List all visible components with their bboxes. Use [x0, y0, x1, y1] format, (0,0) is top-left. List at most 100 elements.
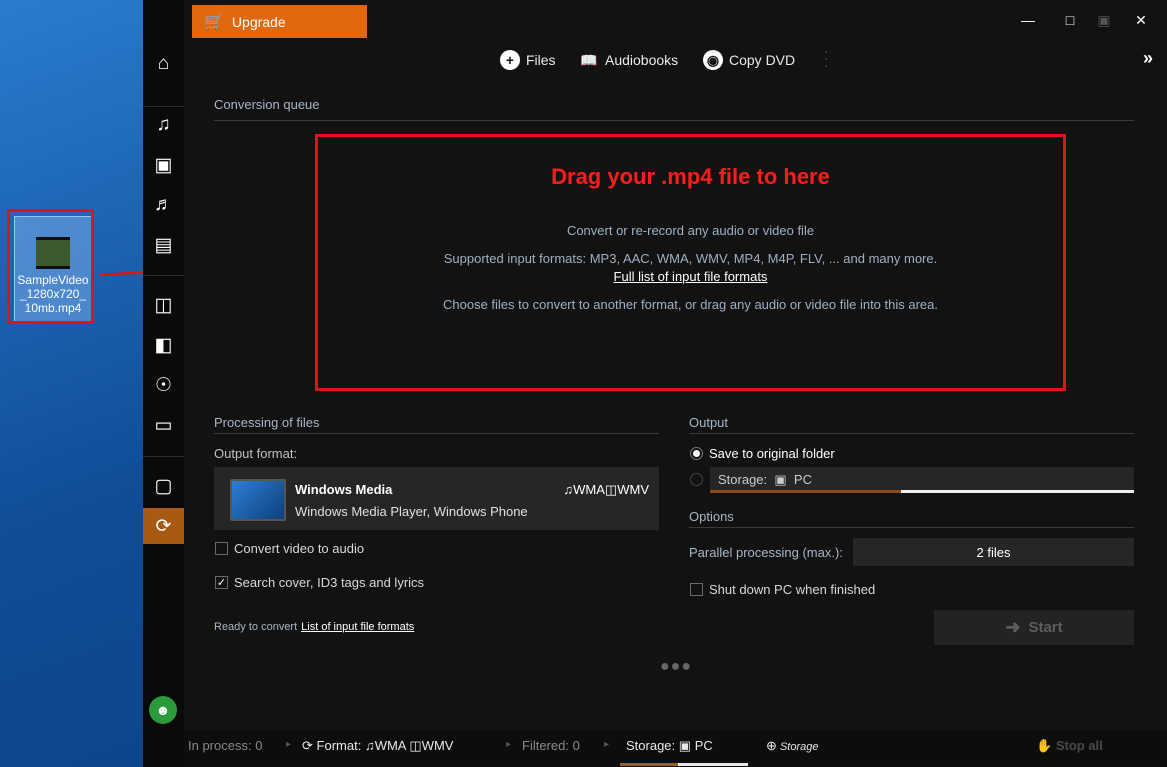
audiobooks-button[interactable]: 📖 Audiobooks — [579, 50, 678, 70]
stop-all-button[interactable]: ✋ Stop all — [1036, 738, 1103, 754]
resize-handle-icon[interactable]: ●●● — [660, 658, 692, 676]
status-bar: In process: 0 ▸ ⟳ Format: ♫WMA ◫WMV ▸ Fi… — [184, 730, 1167, 767]
full-list-link[interactable]: Full list of input file formats — [614, 269, 768, 284]
shutdown-checkbox[interactable]: Shut down PC when finished — [690, 582, 875, 597]
status-format-label: Format: — [316, 738, 362, 753]
music-note-icon: ♫ — [364, 738, 375, 753]
parallel-label: Parallel processing (max.): — [689, 545, 843, 560]
status-format-audio: WMA — [374, 738, 406, 753]
search-cover-label: Search cover, ID3 tags and lyrics — [234, 575, 425, 590]
format-description: Windows Media Player, Windows Phone — [295, 504, 528, 519]
app-window: ⌂ ♫ ▣ ♬ ▤ ◫ ◧ ☉ ▭ ▢ ⟳ ☻ 🛒 Upgrade — □ ▣ … — [143, 0, 1167, 767]
input-formats-link[interactable]: List of input file formats — [301, 621, 414, 633]
copy-dvd-button[interactable]: ◉ Copy DVD — [703, 50, 795, 70]
home-icon[interactable]: ⌂ — [143, 46, 184, 82]
close-button[interactable]: ✕ — [1131, 12, 1151, 29]
files-button[interactable]: + Files — [500, 50, 556, 70]
user-avatar-icon[interactable]: ☻ — [149, 696, 177, 724]
storage-usage-bar — [710, 490, 1134, 493]
main-panel: 🛒 Upgrade — □ ▣ ✕ + Files 📖 Audiobooks ◉… — [184, 0, 1167, 730]
in-process-status[interactable]: In process: 0 — [188, 738, 262, 753]
upgrade-button[interactable]: 🛒 Upgrade — [192, 5, 367, 38]
video-icon[interactable]: ◫ — [143, 287, 184, 323]
format-video: WMV — [617, 482, 649, 497]
filtered-status[interactable]: Filtered: 0 — [522, 738, 580, 753]
conversion-queue-title: Conversion queue — [214, 97, 320, 112]
convert-small-icon: ⟳ — [302, 738, 313, 753]
arrow-icon: ▸ — [604, 739, 610, 750]
convert-video-checkbox[interactable]: Convert video to audio — [215, 541, 364, 556]
ready-status: Ready to convert List of input file forma… — [214, 621, 414, 633]
output-divider — [689, 433, 1134, 434]
storage-underline-accent — [620, 763, 678, 766]
dvd-icon: ◉ — [703, 50, 723, 70]
maximize-button[interactable]: □ — [1060, 12, 1080, 28]
file-highlight-box — [7, 209, 94, 324]
drop-zone-line3: Choose files to convert to another forma… — [443, 297, 938, 312]
search-cover-checkbox[interactable]: ✓ Search cover, ID3 tags and lyrics — [215, 575, 424, 590]
arrow-icon: ▸ — [286, 739, 292, 750]
convert-video-label: Convert video to audio — [234, 541, 365, 556]
arrow-right-icon: ➜ — [1005, 617, 1021, 637]
ready-text: Ready to convert — [214, 621, 298, 633]
output-format-card[interactable]: Windows Media Windows Media Player, Wind… — [214, 467, 659, 530]
book-icon: 📖 — [580, 51, 598, 68]
document-icon[interactable]: ▢ — [143, 468, 184, 504]
start-label: Start — [1028, 619, 1063, 636]
storage-underline — [678, 763, 748, 766]
storage-label: Storage: — [718, 472, 768, 487]
format-status[interactable]: ⟳ Format: ♫WMA ◫WMV — [302, 738, 453, 754]
upgrade-label: Upgrade — [231, 13, 286, 30]
queue-divider — [214, 120, 1134, 121]
sidebar-divider — [143, 456, 184, 457]
radio-icon[interactable]: ▣ — [143, 147, 184, 183]
screen-icon[interactable]: ▭ — [143, 407, 184, 443]
parallel-processing-select[interactable]: 2 files — [853, 538, 1134, 566]
podcast-icon[interactable]: ☉ — [143, 367, 184, 403]
minimize-button[interactable]: — — [1018, 12, 1038, 28]
music-icon[interactable]: ♫ — [143, 107, 184, 143]
status-storage-value: PC — [694, 738, 713, 753]
sidebar: ⌂ ♫ ▣ ♬ ▤ ◫ ◧ ☉ ▭ ▢ ⟳ ☻ — [143, 0, 184, 767]
start-button[interactable]: ➜ Start — [934, 610, 1134, 645]
audiobook-icon[interactable]: ▤ — [143, 227, 184, 263]
radio-selected — [690, 447, 703, 460]
status-format-video: WMV — [421, 738, 454, 753]
copy-dvd-label: Copy DVD — [729, 52, 796, 68]
video-record-icon[interactable]: ◧ — [143, 327, 184, 363]
drop-zone-line1: Convert or re-record any audio or video … — [566, 223, 815, 238]
format-audio: WMA — [573, 482, 605, 497]
shutdown-label: Shut down PC when finished — [709, 582, 876, 597]
drop-zone[interactable]: Drag your .mp4 file to here Convert or r… — [315, 134, 1066, 391]
format-name: Windows Media — [295, 482, 393, 497]
checkbox-unchecked — [690, 583, 703, 596]
film-icon: ◫ — [409, 738, 422, 753]
full-list-link-row: Full list of input file formats — [318, 269, 1063, 284]
status-storage-label: Storage: — [626, 738, 676, 753]
audio-record-icon[interactable]: ♬ — [143, 187, 184, 223]
music-note-icon: ♫ — [563, 482, 574, 497]
storage-status[interactable]: Storage: ▣ PC — [626, 738, 713, 754]
hand-icon: ✋ — [1036, 738, 1053, 753]
output-format-label: Output format: — [214, 446, 298, 461]
add-storage-label: Storage — [779, 741, 819, 753]
output-title: Output — [689, 415, 729, 430]
drop-zone-line2: Supported input formats: MP3, AAC, WMA, … — [443, 251, 938, 266]
add-icon: + — [500, 50, 520, 70]
add-icon: ⊕ — [766, 738, 777, 753]
expand-panel-icon[interactable]: » — [1143, 48, 1153, 69]
save-original-radio[interactable]: Save to original folder — [690, 446, 835, 461]
more-menu-icon[interactable]: · · · — [824, 44, 829, 72]
pc-icon: ▣ — [774, 472, 787, 487]
add-storage-button[interactable]: ⊕ Storage — [766, 738, 819, 754]
cart-icon: 🛒 — [204, 13, 224, 31]
storage-usage-fill — [710, 490, 901, 493]
audiobooks-label: Audiobooks — [605, 52, 679, 68]
files-label: Files — [526, 52, 556, 68]
storage-radio[interactable] — [690, 473, 709, 486]
checkbox-unchecked — [215, 542, 228, 555]
radio-unselected — [690, 473, 703, 486]
storage-selector-text: Storage: ▣ PC — [718, 472, 812, 488]
compact-mode-button[interactable]: ▣ — [1094, 12, 1114, 29]
convert-icon[interactable]: ⟳ — [143, 508, 184, 544]
